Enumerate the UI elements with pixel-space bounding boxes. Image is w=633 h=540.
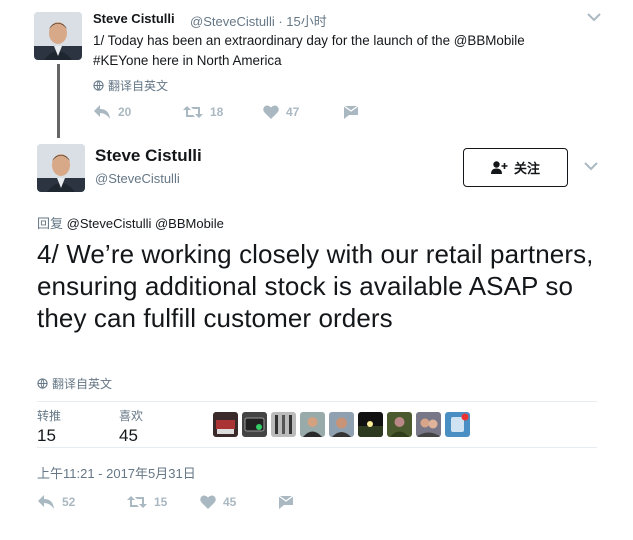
liker-avatar[interactable] <box>387 412 412 437</box>
main-tweet-reply-button[interactable]: 52 <box>37 494 127 510</box>
main-tweet-chevron-down-icon[interactable] <box>584 161 598 171</box>
thread-tweet-avatar[interactable] <box>34 12 82 60</box>
globe-icon <box>93 80 104 91</box>
heart-icon <box>263 105 279 119</box>
likes-stat-label: 喜欢 <box>119 409 144 423</box>
reply-icon <box>94 105 110 119</box>
stats-bottom-divider <box>37 447 597 448</box>
thread-connector-line <box>57 64 60 138</box>
main-tweet-retweet-count: 15 <box>154 495 168 509</box>
retweet-icon <box>127 496 147 508</box>
follow-user-icon <box>490 161 508 174</box>
liker-avatar[interactable] <box>300 412 325 437</box>
thread-tweet-retweet-count: 18 <box>210 105 224 119</box>
thread-tweet-chevron-down-icon[interactable] <box>587 12 601 22</box>
main-tweet-like-button[interactable]: 45 <box>200 495 278 509</box>
thread-tweet-translate-link[interactable]: 翻译自英文 <box>93 77 168 94</box>
main-tweet-reply-count: 52 <box>62 495 76 509</box>
main-tweet-actions: 52 15 45 <box>37 494 294 510</box>
main-tweet-text: 4/ We’re working closely with our retail… <box>37 239 594 333</box>
main-tweet-avatar[interactable] <box>37 144 85 192</box>
thread-tweet-author-name[interactable]: Steve Cistulli <box>93 11 175 26</box>
heart-icon <box>200 495 216 509</box>
globe-icon <box>37 378 48 389</box>
main-tweet-dm-button[interactable] <box>278 494 294 510</box>
retweet-icon <box>183 106 203 118</box>
follow-button[interactable]: 关注 <box>463 148 568 187</box>
retweets-stat[interactable]: 转推 15 <box>37 407 61 446</box>
thread-tweet-translate-label: 翻译自英文 <box>108 79 169 93</box>
thread-tweet-author-handle[interactable]: @SteveCistulli · 15小时 <box>190 11 327 30</box>
reply-prefix: 回复 <box>37 216 64 231</box>
main-tweet-translate-label: 翻译自英文 <box>52 377 113 391</box>
likes-stat-value: 45 <box>119 426 138 445</box>
thread-tweet-retweet-button[interactable]: 18 <box>183 105 263 119</box>
liker-avatar[interactable] <box>213 412 238 437</box>
main-tweet-author-name[interactable]: Steve Cistulli <box>95 146 202 166</box>
thread-tweet-like-button[interactable]: 47 <box>263 105 343 119</box>
reply-context: 回复 @SteveCistulli @BBMobile <box>37 213 224 232</box>
liker-avatar[interactable] <box>416 412 441 437</box>
main-tweet-retweet-button[interactable]: 15 <box>127 495 200 509</box>
main-tweet-author-handle[interactable]: @SteveCistulli <box>95 171 180 186</box>
thread-tweet-reply-button[interactable]: 20 <box>93 104 183 120</box>
main-tweet-like-count: 45 <box>223 495 237 509</box>
liker-avatar[interactable] <box>329 412 354 437</box>
liker-avatars <box>213 412 470 437</box>
stats-top-divider <box>37 401 597 402</box>
follow-button-label: 关注 <box>513 161 540 176</box>
likes-stat[interactable]: 喜欢 45 <box>119 407 143 446</box>
retweets-stat-label: 转推 <box>37 409 62 423</box>
thread-tweet-dm-button[interactable] <box>343 104 359 120</box>
thread-tweet-text: 1/ Today has been an extraordinary day f… <box>93 33 525 68</box>
thread-tweet-like-count: 47 <box>286 105 300 119</box>
liker-avatar[interactable] <box>358 412 383 437</box>
liker-avatar[interactable] <box>445 412 470 437</box>
liker-avatar[interactable] <box>271 412 296 437</box>
reply-mentions-link[interactable]: @SteveCistulli @BBMobile <box>67 216 224 231</box>
retweets-stat-value: 15 <box>37 426 56 445</box>
main-tweet-translate-link[interactable]: 翻译自英文 <box>37 375 112 392</box>
liker-avatar[interactable] <box>242 412 267 437</box>
thread-tweet-actions: 20 18 47 <box>93 104 359 120</box>
thread-tweet-reply-count: 20 <box>118 105 132 119</box>
reply-icon <box>38 495 54 509</box>
direct-message-icon <box>278 494 294 509</box>
tweet-timestamp[interactable]: 上午11:21 - 2017年5月31日 <box>37 463 196 482</box>
direct-message-icon <box>343 104 359 119</box>
